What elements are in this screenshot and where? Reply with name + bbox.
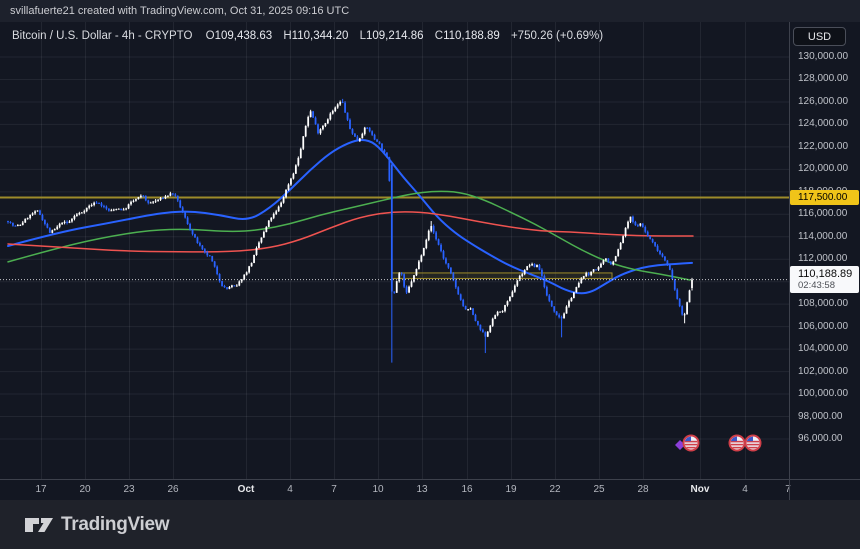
axis-separator-line (789, 22, 790, 500)
price-axis-label: 116,000.00 (798, 208, 847, 219)
last-price-value: 110,188.89 (798, 268, 859, 280)
us-event-flag-icon[interactable] (730, 436, 745, 451)
footer-bar: TradingView (0, 500, 860, 549)
ohlc-low: L109,214.86 (360, 30, 424, 42)
candlestick-series (7, 99, 693, 363)
time-axis-label: Nov (691, 484, 710, 495)
level-price-label: 117,500.00 (790, 190, 859, 205)
price-axis[interactable]: 117,500.00 110,188.89 02:43:58 130,000.0… (790, 22, 860, 479)
tradingview-logo[interactable]: TradingView (24, 513, 169, 537)
currency-toggle-button[interactable]: USD (793, 27, 846, 46)
time-axis-label: 10 (372, 484, 383, 495)
tradingview-logo-text: TradingView (61, 514, 169, 536)
price-axis-label: 124,000.00 (798, 118, 848, 129)
us-event-flag-icon[interactable] (684, 436, 699, 451)
price-axis-label: 106,000.00 (798, 321, 848, 332)
price-axis-label: 126,000.00 (798, 96, 848, 107)
price-axis-label: 122,000.00 (798, 141, 848, 152)
price-axis-label: 96,000.00 (798, 433, 843, 444)
symbol-legend: Bitcoin / U.S. Dollar - 4h - CRYPTO O109… (12, 30, 611, 42)
price-axis-label: 98,000.00 (798, 411, 843, 422)
time-axis-label: 25 (593, 484, 604, 495)
price-axis-label: 100,000.00 (798, 388, 848, 399)
ohlc-change: +750.26 (+0.69%) (511, 30, 603, 42)
price-axis-label: 114,000.00 (798, 231, 847, 242)
ohlc-open: O109,438.63 (206, 30, 273, 42)
price-axis-label: 104,000.00 (798, 343, 848, 354)
supply-zone-box[interactable] (392, 273, 612, 279)
time-axis-label: 7 (331, 484, 337, 495)
last-price-label: 110,188.89 02:43:58 (790, 266, 859, 293)
time-axis-label: 22 (549, 484, 560, 495)
tradingview-logo-icon (24, 513, 54, 537)
ma-fast-blue-line[interactable] (8, 140, 692, 293)
price-axis-label: 112,000.00 (798, 253, 847, 264)
tradingview-snapshot: svillafuerte21 created with TradingView.… (0, 0, 860, 549)
time-axis-label: 4 (287, 484, 293, 495)
price-axis-label: 128,000.00 (798, 73, 848, 84)
time-axis-label: 17 (35, 484, 46, 495)
time-axis-label: 19 (505, 484, 516, 495)
ma-slow-red-line[interactable] (8, 212, 693, 252)
time-axis-label: 23 (123, 484, 134, 495)
time-axis-label: 28 (637, 484, 648, 495)
price-axis-label: 130,000.00 (798, 51, 848, 62)
time-axis-label: Oct (238, 484, 255, 495)
time-axis-label: 26 (167, 484, 178, 495)
price-axis-label: 120,000.00 (798, 163, 848, 174)
price-axis-label: 102,000.00 (798, 366, 848, 377)
symbol-title[interactable]: Bitcoin / U.S. Dollar - 4h - CRYPTO (12, 30, 192, 42)
time-axis-label: 13 (416, 484, 427, 495)
ohlc-close: C110,188.89 (435, 30, 500, 42)
time-axis-label: 16 (461, 484, 472, 495)
bar-countdown: 02:43:58 (798, 280, 859, 291)
ma-mid-green-line[interactable] (8, 191, 690, 280)
price-axis-label: 108,000.00 (798, 298, 848, 309)
ohlc-high: H110,344.20 (283, 30, 348, 42)
time-axis[interactable]: 17202326Oct4710131619222528Nov47 (0, 479, 860, 500)
us-event-flag-icon[interactable] (746, 436, 761, 451)
time-axis-label: 20 (79, 484, 90, 495)
time-axis-label: 4 (742, 484, 748, 495)
price-chart[interactable] (0, 0, 860, 500)
